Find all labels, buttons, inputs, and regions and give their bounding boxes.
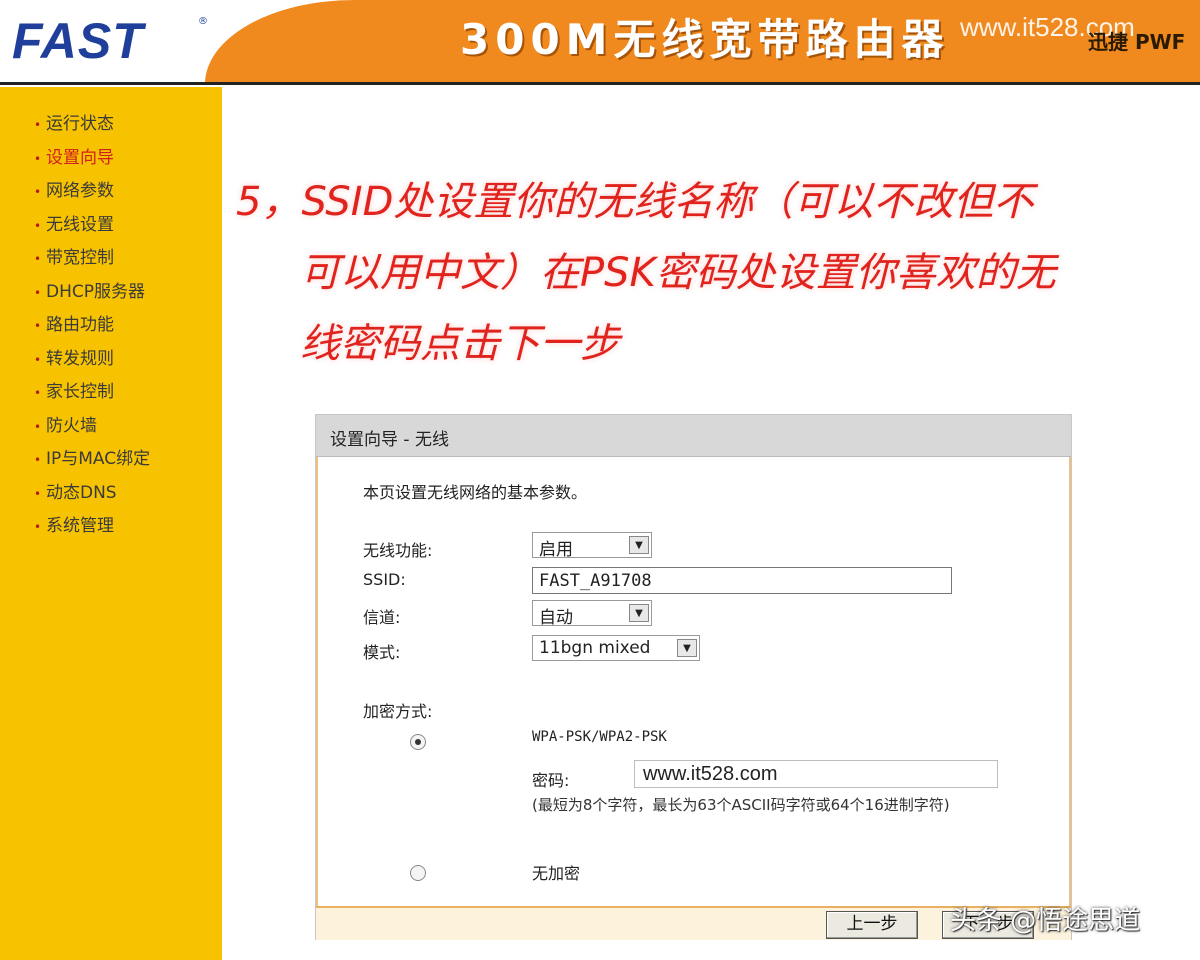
- sidebar-item-label: 路由功能: [46, 315, 114, 335]
- bullet-icon: •: [34, 118, 42, 132]
- bullet-icon: •: [34, 185, 42, 199]
- fast-logo: FAST: [12, 13, 144, 69]
- header: FAST ® 300M无线宽带路由器 www.it528.com 迅捷 PWF: [0, 0, 1200, 85]
- instruction-line: 可以用中文）在PSK密码处设置你喜欢的无: [300, 250, 1056, 296]
- sidebar-item-label: 转发规则: [46, 348, 114, 369]
- sidebar-item-ip-mac-binding[interactable]: • IP与MAC绑定: [34, 444, 150, 478]
- chevron-down-icon[interactable]: ▼: [629, 536, 649, 554]
- sidebar-item-label: 运行状态: [46, 114, 114, 134]
- channel-select[interactable]: 自动 ▼: [532, 600, 652, 628]
- bullet-icon: •: [34, 218, 42, 233]
- wpa-option-label: WPA-PSK/WPA2-PSK: [532, 729, 667, 745]
- sidebar-item-label: 网络参数: [46, 181, 114, 201]
- bullet-icon: •: [34, 520, 42, 534]
- wizard-title: 设置向导 - 无线: [316, 415, 1071, 457]
- wireless-function-label: 无线功能:: [363, 541, 433, 560]
- sidebar-nav: • 运行状态 • 设置向导 • 网络参数 • 无线设置 • 带宽控制 • DHCP服务器 •…: [34, 109, 150, 545]
- password-label: 密码:: [532, 771, 570, 790]
- no-encryption-label: 无加密: [532, 864, 581, 883]
- sidebar-item-label: 防火墙: [46, 415, 97, 436]
- sidebar-item-routing[interactable]: • 路由功能: [34, 310, 150, 344]
- sidebar-item-label: DHCP服务器: [46, 281, 145, 302]
- wireless-function-select[interactable]: 启用 ▼: [532, 532, 652, 560]
- sidebar-item-label: 带宽控制: [46, 248, 114, 268]
- instruction-line: 线密码点击下一步: [300, 321, 620, 367]
- sidebar-item-label: 设置向导: [46, 147, 114, 168]
- bullet-icon: •: [34, 319, 42, 333]
- header-slogan: 迅捷 PWF: [1088, 30, 1186, 54]
- bullet-icon: •: [34, 151, 42, 166]
- bullet-icon: •: [34, 386, 42, 400]
- sidebar-item-bandwidth[interactable]: • 带宽控制: [34, 243, 150, 277]
- sidebar-item-firewall[interactable]: • 防火墙: [34, 411, 150, 445]
- instruction-caption: 5，SSID处设置你的无线名称（可以不改但不 可以用中文）在PSK密码处设置你喜…: [236, 167, 1176, 380]
- password-hint: (最短为8个字符，最长为63个ASCII码字符或64个16进制字符): [532, 796, 950, 814]
- product-title: 300M无线宽带路由器: [460, 15, 950, 64]
- bullet-icon: •: [34, 419, 42, 434]
- main-content: 5，SSID处设置你的无线名称（可以不改但不 可以用中文）在PSK密码处设置你喜…: [222, 87, 1200, 960]
- sidebar-item-status[interactable]: • 运行状态: [34, 109, 150, 143]
- registered-mark: ®: [198, 16, 208, 27]
- sidebar-item-label: IP与MAC绑定: [46, 449, 151, 469]
- sidebar: • 运行状态 • 设置向导 • 网络参数 • 无线设置 • 带宽控制 • DHCP服务器 •…: [0, 87, 222, 960]
- chevron-down-icon[interactable]: ▼: [629, 604, 649, 622]
- sidebar-item-label: 动态DNS: [46, 482, 117, 503]
- sidebar-item-parental[interactable]: • 家长控制: [34, 377, 150, 411]
- mode-label: 模式:: [363, 643, 401, 662]
- prev-button[interactable]: 上一步: [826, 911, 918, 939]
- bullet-icon: •: [34, 453, 42, 467]
- mode-select[interactable]: 11bgn mixed ▼: [532, 635, 700, 661]
- header-divider: [0, 82, 1200, 85]
- ssid-input[interactable]: FAST_A91708: [532, 567, 952, 594]
- sidebar-item-dhcp[interactable]: • DHCP服务器: [34, 277, 150, 311]
- chevron-down-icon[interactable]: ▼: [677, 639, 697, 657]
- wizard-body: 本页设置无线网络的基本参数。 无线功能: 启用 ▼ SSID: FAST_A91…: [316, 457, 1071, 908]
- sidebar-item-ddns[interactable]: • 动态DNS: [34, 478, 150, 512]
- sidebar-item-forwarding[interactable]: • 转发规则: [34, 344, 150, 378]
- ssid-label: SSID:: [363, 570, 406, 589]
- bullet-icon: •: [34, 486, 42, 501]
- sidebar-item-label: 系统管理: [46, 516, 114, 536]
- toutiao-watermark: 头条 @悟途思道: [950, 906, 1141, 936]
- password-input[interactable]: www.it528.com: [634, 760, 998, 788]
- no-encryption-radio[interactable]: [410, 865, 426, 881]
- sidebar-item-system[interactable]: • 系统管理: [34, 511, 150, 545]
- bullet-icon: •: [34, 352, 42, 367]
- encryption-label: 加密方式:: [363, 702, 433, 721]
- bullet-icon: •: [34, 252, 42, 266]
- sidebar-item-setup-wizard[interactable]: • 设置向导: [34, 143, 150, 177]
- sidebar-item-label: 家长控制: [46, 382, 114, 402]
- mode-value: 11bgn mixed: [539, 638, 651, 658]
- wpa-psk-radio[interactable]: [410, 734, 426, 750]
- wizard-panel: 设置向导 - 无线 本页设置无线网络的基本参数。 无线功能: 启用 ▼ SSID…: [315, 414, 1072, 940]
- instruction-line: 5，SSID处设置你的无线名称（可以不改但不: [236, 179, 1034, 225]
- wizard-description: 本页设置无线网络的基本参数。: [363, 483, 588, 502]
- sidebar-item-label: 无线设置: [46, 214, 114, 235]
- channel-value: 自动: [539, 608, 573, 628]
- wireless-function-value: 启用: [539, 540, 573, 560]
- sidebar-item-network[interactable]: • 网络参数: [34, 176, 150, 210]
- sidebar-item-wireless[interactable]: • 无线设置: [34, 210, 150, 244]
- channel-label: 信道:: [363, 608, 401, 627]
- bullet-icon: •: [34, 285, 42, 300]
